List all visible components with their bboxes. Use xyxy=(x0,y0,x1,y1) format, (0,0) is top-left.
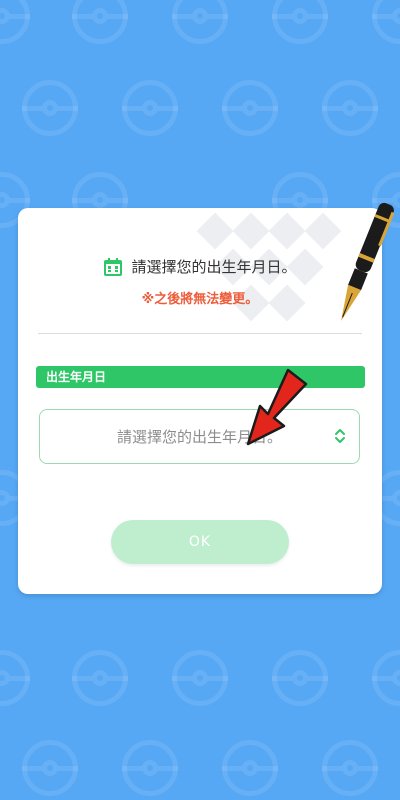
dialog-title-text: 請選擇您的出生年月日。 xyxy=(131,258,297,276)
calendar-icon xyxy=(104,257,123,276)
ok-button[interactable]: OK xyxy=(111,520,289,564)
chevron-up-down-icon xyxy=(335,429,345,443)
fountain-pen-icon xyxy=(341,202,395,321)
red-arrow-icon xyxy=(246,368,308,446)
birthdate-section-label: 出生年月日 xyxy=(36,366,365,388)
birthdate-select[interactable]: 請選擇您的出生年月日。 xyxy=(39,409,360,464)
divider xyxy=(38,333,362,334)
